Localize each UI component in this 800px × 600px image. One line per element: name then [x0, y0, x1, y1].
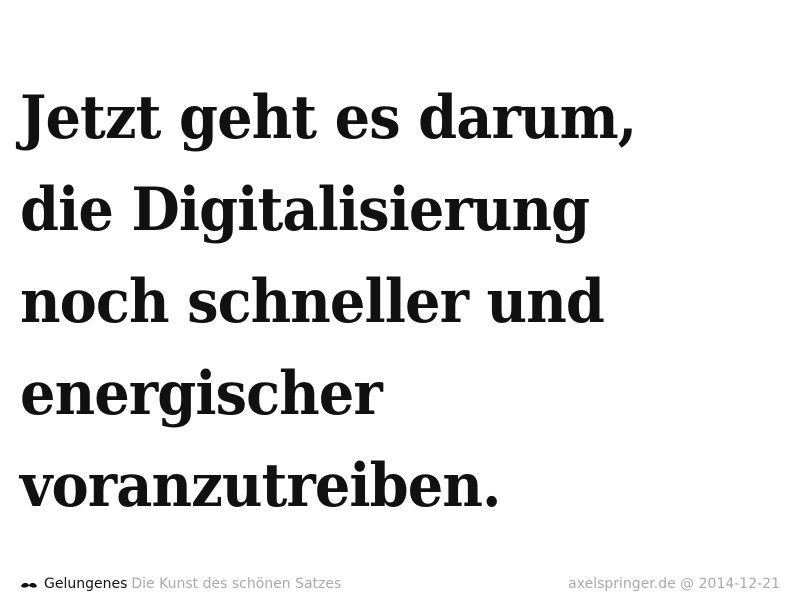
- quote-line: energischer: [20, 359, 383, 429]
- source-attribution: axelspringer.de @ 2014-12-21: [568, 576, 780, 592]
- brand-tagline: Die Kunst des schönen Satzes: [131, 576, 342, 592]
- quote-line: noch schneller und: [20, 267, 605, 337]
- brand-name: Gelungenes: [44, 576, 128, 592]
- quote-line: voranzutreiben.: [20, 451, 501, 521]
- quote-text: Jetzt geht es darum, die Digitalisierung…: [20, 72, 790, 532]
- mustache-icon: [20, 579, 38, 589]
- brand-group[interactable]: Gelungenes Die Kunst des schönen Satzes: [20, 576, 341, 592]
- quote-line: die Digitalisierung: [20, 175, 590, 245]
- quote-line: Jetzt geht es darum,: [20, 83, 637, 153]
- footer: Gelungenes Die Kunst des schönen Satzes …: [20, 574, 780, 594]
